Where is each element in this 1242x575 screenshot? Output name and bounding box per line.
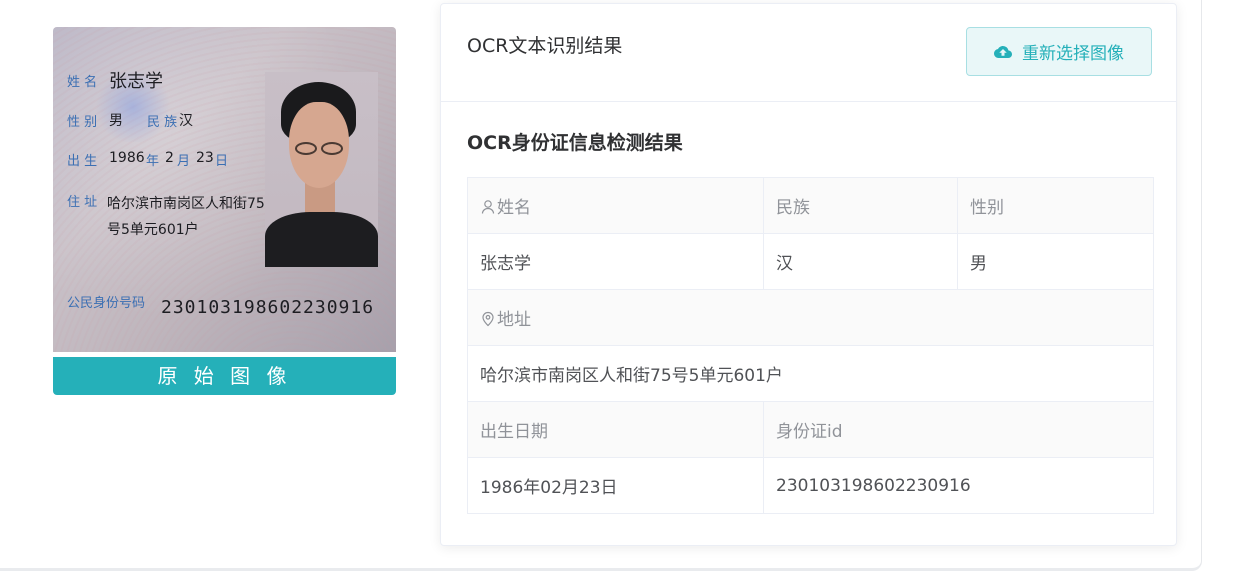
- portrait-photo: [265, 72, 378, 267]
- cloud-upload-icon: [994, 45, 1012, 58]
- reselect-button-label: 重新选择图像: [1022, 44, 1124, 63]
- birth-date-header: 出生日期: [467, 401, 764, 458]
- card-ethnicity-label: 民 族: [147, 115, 178, 130]
- table-row: 1986年02月23日 230103198602230916: [467, 457, 1154, 514]
- name-value: 张志学: [467, 233, 764, 290]
- ocr-result-card: OCR文本识别结果 重新选择图像 OCR身份证信息检测结果 姓名 民族 性别 张…: [440, 3, 1177, 546]
- section-title: OCR身份证信息检测结果: [467, 132, 683, 154]
- gender-header: 性别: [957, 177, 1154, 234]
- card-address-line1: 哈尔滨市南岗区人和街75: [107, 196, 265, 212]
- card-birth-month: 2: [165, 150, 174, 166]
- card-birth-year-unit: 年: [146, 154, 160, 169]
- portrait-shoulders: [265, 212, 378, 267]
- table-row: 哈尔滨市南岗区人和街75号5单元601户: [467, 345, 1154, 402]
- card-gender-label: 性 别: [67, 115, 98, 130]
- location-pin-icon: [482, 311, 494, 327]
- address-value: 哈尔滨市南岗区人和街75号5单元601户: [467, 345, 1154, 402]
- card-id-value: 230103198602230916: [161, 297, 375, 318]
- card-birth-day: 23: [196, 150, 214, 166]
- card-name-value: 张志学: [109, 71, 163, 92]
- original-image-caption: 原 始 图 像: [53, 357, 396, 395]
- birth-date-value: 1986年02月23日: [467, 457, 764, 514]
- table-row: 地址: [467, 289, 1154, 346]
- ethnicity-header: 民族: [763, 177, 958, 234]
- card-birth-year: 1986: [109, 150, 145, 166]
- card-address-line2: 号5单元601户: [107, 222, 199, 238]
- original-id-card-image: 姓 名 张志学 性 别 男 民 族 汉 出 生 1986 年 2 月 23 日 …: [53, 27, 396, 352]
- card-birth-month-unit: 月: [177, 154, 191, 169]
- card-gender-value: 男: [109, 113, 123, 129]
- id-number-value: 230103198602230916: [763, 457, 1154, 514]
- table-row: 姓名 民族 性别: [467, 177, 1154, 234]
- table-row: 出生日期 身份证id: [467, 401, 1154, 458]
- card-title: OCR文本识别结果: [467, 35, 623, 57]
- card-header: OCR文本识别结果 重新选择图像: [441, 4, 1176, 102]
- address-header: 地址: [497, 310, 531, 330]
- name-header-cell: 姓名: [467, 177, 764, 234]
- address-header-cell: 地址: [467, 289, 1154, 346]
- reselect-image-button[interactable]: 重新选择图像: [966, 27, 1152, 76]
- portrait-glasses: [291, 142, 347, 156]
- card-name-label: 姓 名: [67, 75, 98, 90]
- gender-value: 男: [957, 233, 1154, 290]
- card-birth-day-unit: 日: [215, 154, 229, 169]
- id-number-header: 身份证id: [763, 401, 1154, 458]
- name-header: 姓名: [497, 198, 531, 218]
- card-birth-label: 出 生: [67, 154, 98, 169]
- table-row: 张志学 汉 男: [467, 233, 1154, 290]
- card-ethnicity-value: 汉: [179, 113, 193, 129]
- id-info-table: 姓名 民族 性别 张志学 汉 男 地址 哈尔滨市南岗区人和街75号5单元601户…: [467, 177, 1154, 514]
- ethnicity-value: 汉: [763, 233, 958, 290]
- card-id-label: 公民身份号码: [67, 296, 146, 311]
- user-icon: [481, 200, 495, 214]
- card-address-label: 住 址: [67, 195, 98, 210]
